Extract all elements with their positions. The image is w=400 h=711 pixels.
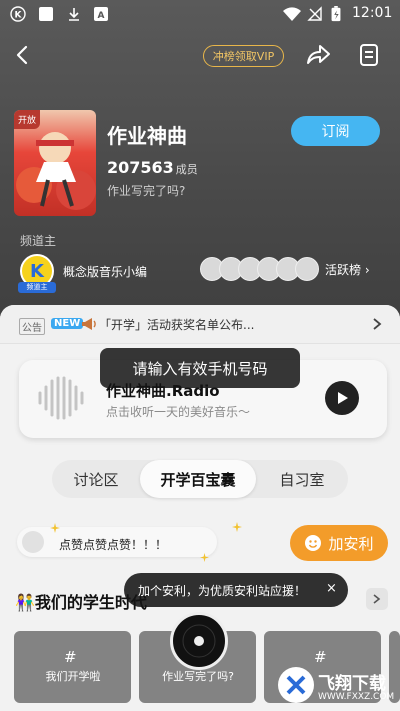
tab-treasure-bag[interactable]: 开学百宝囊 <box>140 460 256 498</box>
announcement-tag: 公告 <box>19 318 45 335</box>
vinyl-disc <box>182 624 216 658</box>
tab-discussion[interactable]: 讨论区 <box>56 460 136 498</box>
watermark-logo: 飞翔下载 WWW.FXXZ.COM <box>276 665 394 707</box>
add-recommendation-label: 加安利 <box>328 534 374 553</box>
sparkle-icon <box>200 553 209 562</box>
hashtag-icon: # <box>314 648 327 666</box>
channel-subtitle: 作业写完了吗? <box>107 184 186 198</box>
wifi-icon <box>283 7 301 21</box>
tooltip: 加个安利，为优质安利站应援！ × <box>124 573 348 607</box>
subscribe-button[interactable]: 订阅 <box>291 116 380 146</box>
more-button[interactable] <box>366 588 388 610</box>
cover-badge: 开放 <box>14 110 41 129</box>
hashtag-icon: # <box>64 648 77 666</box>
square-icon <box>39 7 53 21</box>
owner-label: 频道主 <box>20 234 57 248</box>
sparkle-icon <box>232 522 242 532</box>
comment-text: 点赞点赞点赞！！！ <box>59 538 168 552</box>
new-badge: NEW <box>51 318 84 329</box>
channel-cover-image: 开放 <box>14 110 96 216</box>
vip-reward-button[interactable]: 冲榜领取VIP <box>203 45 284 67</box>
couple-emoji-icon: 👫 <box>15 593 35 612</box>
tooltip-text: 加个安利，为优质安利站应援！ <box>138 584 307 598</box>
topic-label: 我们开学啦 <box>45 670 101 683</box>
megaphone-icon <box>82 318 96 330</box>
topic-label: 作业写完了吗? <box>162 670 234 683</box>
download-icon <box>69 8 79 21</box>
status-bar: K A 12:01 <box>0 0 400 28</box>
channel-title: 作业神曲 <box>107 124 187 148</box>
smile-icon <box>305 535 322 551</box>
svg-text:A: A <box>98 11 105 21</box>
nav-bar <box>0 36 400 76</box>
active-ranking-link[interactable]: 活跃榜 › <box>325 261 370 278</box>
avatar <box>295 257 319 281</box>
owner-badge: 频道主 <box>18 282 56 293</box>
tab-bar: 讨论区 开学百宝囊 自习室 <box>52 460 348 498</box>
font-app-icon: A <box>94 7 108 21</box>
member-count: 207563 成员 <box>107 158 198 177</box>
radio-subtitle: 点击收听一天的美好音乐～ <box>106 405 251 419</box>
chevron-right-icon[interactable] <box>372 318 382 330</box>
svg-text:K: K <box>15 11 23 21</box>
share-icon[interactable] <box>306 43 332 67</box>
sparkle-icon <box>50 523 60 533</box>
watermark-subtext: WWW.FXXZ.COM <box>318 692 395 702</box>
owner-name[interactable]: 概念版音乐小编 <box>63 263 147 280</box>
document-icon[interactable] <box>358 43 380 67</box>
watermark-text: 飞翔下载 <box>318 674 386 694</box>
announcement-text[interactable]: 「开学」活动获奖名单公布... <box>99 316 254 333</box>
no-signal-icon <box>307 6 322 21</box>
watermark-logo-icon <box>278 667 314 703</box>
member-count-value: 207563 <box>107 158 174 177</box>
k-app-icon: K <box>10 6 26 22</box>
add-recommendation-button[interactable]: 加安利 <box>290 525 388 561</box>
back-icon[interactable] <box>12 44 34 66</box>
toast-message: 请输入有效手机号码 <box>100 348 300 388</box>
chevron-right-icon <box>373 594 381 604</box>
play-icon <box>338 392 348 404</box>
tab-study-room[interactable]: 自习室 <box>260 460 344 498</box>
close-icon[interactable]: × <box>326 581 337 596</box>
battery-icon <box>331 6 341 22</box>
clock: 12:01 <box>352 5 393 21</box>
member-unit: 成员 <box>175 163 198 176</box>
avatar <box>22 531 44 553</box>
play-button[interactable] <box>325 381 359 415</box>
vinyl-player-icon[interactable] <box>170 612 228 670</box>
sound-wave-icon <box>38 376 84 420</box>
topic-card[interactable] <box>14 631 131 703</box>
